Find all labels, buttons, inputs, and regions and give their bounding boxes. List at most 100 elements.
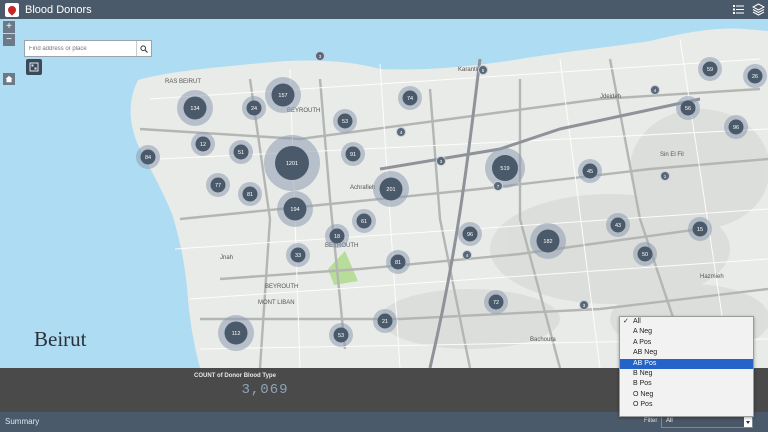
cluster-count: 182: [543, 239, 552, 245]
filter-value: All: [666, 418, 673, 424]
cluster-count: 12: [200, 142, 206, 148]
cluster-count: 61: [361, 219, 367, 225]
cluster-marker[interactable]: 18: [325, 224, 349, 248]
cluster-marker[interactable]: 51: [229, 140, 253, 164]
stat-value: 3,069: [241, 382, 289, 398]
cluster-count: 50: [642, 252, 648, 258]
app-title: Blood Donors: [25, 3, 92, 16]
dropdown-option-label: AB Neg: [633, 349, 658, 357]
cluster-marker[interactable]: 72: [484, 290, 508, 314]
cluster-marker[interactable]: 12: [191, 132, 215, 156]
dropdown-option-label: O Neg: [633, 390, 654, 398]
cluster-count: 59: [707, 67, 713, 73]
summary-label: Summary: [5, 417, 40, 426]
title-bar: Blood Donors: [0, 0, 768, 19]
cluster-count: 157: [278, 93, 287, 99]
cluster-marker[interactable]: 59: [698, 57, 722, 81]
dropdown-option[interactable]: B Pos: [620, 379, 753, 389]
cluster-marker[interactable]: 157: [265, 77, 301, 113]
cluster-count: 96: [733, 125, 739, 131]
cluster-count: 56: [685, 106, 691, 112]
search-icon: [140, 44, 148, 53]
cluster-marker[interactable]: 84: [136, 145, 160, 169]
cluster-marker[interactable]: 24: [242, 96, 266, 120]
cluster-count: 112: [232, 331, 241, 337]
filter-select[interactable]: All: [661, 416, 753, 428]
cluster-marker[interactable]: 61: [352, 209, 376, 233]
checkmark-icon: ✓: [623, 318, 629, 325]
point-marker[interactable]: 3: [436, 156, 446, 166]
zoom-in-button[interactable]: +: [3, 21, 15, 33]
cluster-count: 24: [251, 106, 257, 112]
cluster-marker[interactable]: 43: [606, 213, 630, 237]
cluster-count: 81: [247, 192, 253, 198]
cluster-marker[interactable]: 1201: [264, 135, 320, 191]
cluster-marker[interactable]: 74: [398, 86, 422, 110]
cluster-marker[interactable]: 96: [458, 222, 482, 246]
cluster-count: 18: [334, 234, 340, 240]
filter-dropdown[interactable]: ✓ All A Neg A Pos AB Neg AB Pos B Neg B Pos O Ne…: [619, 316, 754, 417]
cluster-count: 96: [467, 232, 473, 238]
dropdown-option[interactable]: O Neg: [620, 390, 753, 400]
point-marker[interactable]: 4: [396, 127, 406, 137]
point-marker[interactable]: 7: [493, 181, 503, 191]
dropdown-option[interactable]: A Neg: [620, 327, 753, 337]
cluster-count: 134: [190, 106, 199, 112]
point-marker[interactable]: 3: [579, 300, 589, 310]
cluster-marker[interactable]: 134: [177, 90, 213, 126]
dropdown-option-label: A Neg: [633, 328, 653, 336]
zoom-out-button[interactable]: −: [3, 34, 15, 46]
point-marker[interactable]: 5: [478, 65, 488, 75]
cluster-count: 91: [350, 152, 356, 158]
search-button[interactable]: [136, 41, 151, 56]
cluster-count: 519: [500, 166, 509, 172]
cluster-marker[interactable]: 53: [333, 109, 357, 133]
dropdown-option[interactable]: A Pos: [620, 338, 753, 348]
search-box[interactable]: [24, 40, 152, 57]
cluster-marker[interactable]: 21: [373, 309, 397, 333]
dropdown-option[interactable]: ✓ All: [620, 317, 753, 327]
search-input[interactable]: [25, 41, 136, 56]
cluster-marker[interactable]: 45: [578, 159, 602, 183]
cluster-marker[interactable]: 112: [218, 315, 254, 351]
point-marker[interactable]: 4: [462, 250, 472, 260]
point-marker[interactable]: 1: [660, 171, 670, 181]
list-icon[interactable]: [732, 3, 745, 16]
filter-label: Filter: [644, 418, 658, 424]
cluster-marker[interactable]: 33: [286, 243, 310, 267]
dropdown-option[interactable]: AB Pos: [620, 358, 753, 369]
stat-title: COUNT of Donor Blood Type: [194, 373, 276, 379]
cluster-marker[interactable]: 194: [277, 191, 313, 227]
home-icon: [5, 75, 13, 83]
cluster-marker[interactable]: 77: [206, 173, 230, 197]
cluster-marker[interactable]: 50: [633, 242, 657, 266]
cluster-marker[interactable]: 56: [676, 96, 700, 120]
cluster-marker[interactable]: 26: [743, 64, 767, 88]
cluster-marker[interactable]: 201: [373, 171, 409, 207]
cluster-marker[interactable]: 81: [386, 250, 410, 274]
dropdown-option[interactable]: O Pos: [620, 400, 753, 410]
cluster-marker[interactable]: 91: [341, 142, 365, 166]
dropdown-option-label: All: [633, 318, 641, 325]
dropdown-option[interactable]: B Neg: [620, 369, 753, 379]
cluster-count: 74: [407, 96, 413, 102]
cluster-count: 72: [493, 300, 499, 306]
layers-icon[interactable]: [752, 3, 765, 16]
cluster-marker[interactable]: 81: [238, 182, 262, 206]
cluster-marker[interactable]: 182: [530, 223, 566, 259]
cluster-count: 53: [338, 333, 344, 339]
home-button[interactable]: [3, 73, 15, 85]
cluster-marker[interactable]: 53: [329, 323, 353, 347]
chevron-down-icon[interactable]: [744, 417, 752, 427]
point-marker[interactable]: 4: [650, 85, 660, 95]
cluster-count: 33: [295, 253, 301, 259]
cluster-marker[interactable]: 519: [485, 148, 525, 188]
cluster-marker[interactable]: 15: [688, 217, 712, 241]
cluster-count: 77: [215, 183, 221, 189]
basemap-toggle-button[interactable]: [26, 59, 42, 75]
dropdown-option[interactable]: AB Neg: [620, 348, 753, 358]
cluster-marker[interactable]: 96: [724, 115, 748, 139]
cluster-count: 15: [697, 227, 703, 233]
cluster-count: 51: [238, 150, 244, 156]
point-marker[interactable]: 3: [315, 51, 325, 61]
